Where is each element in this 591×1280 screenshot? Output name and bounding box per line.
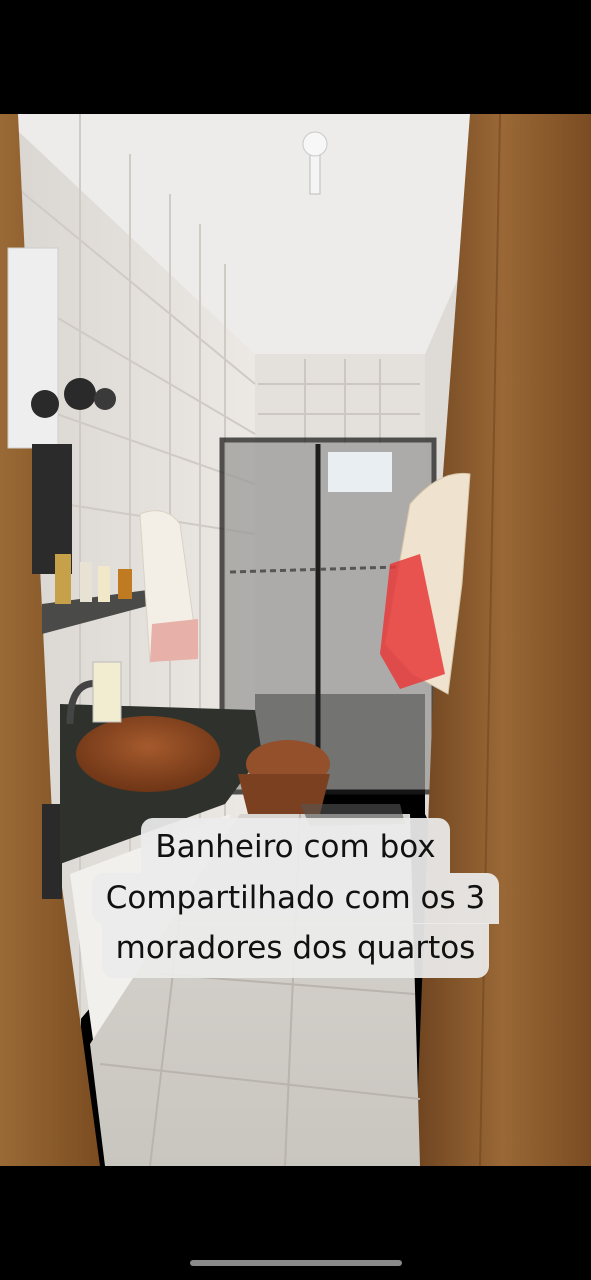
bathroom-illustration	[0, 114, 591, 1166]
sink-bowl	[76, 716, 220, 792]
bathroom-photo	[0, 114, 591, 1166]
bottle	[55, 554, 71, 604]
wall-lamp	[64, 378, 96, 410]
ceiling-lamp	[309, 153, 321, 195]
caption-line-1: Banheiro com box	[141, 818, 450, 873]
mirror-cabinet	[7, 247, 59, 449]
home-indicator[interactable]	[190, 1260, 402, 1266]
caption-line-2: Compartilhado com os 3	[91, 873, 500, 924]
caption-overlay: Banheiro com box Compartilhado com os 3 …	[0, 818, 591, 978]
shower-window	[328, 452, 392, 492]
caption-line-3: moradores dos quartos	[101, 923, 490, 978]
soap-dispenser	[92, 661, 122, 723]
